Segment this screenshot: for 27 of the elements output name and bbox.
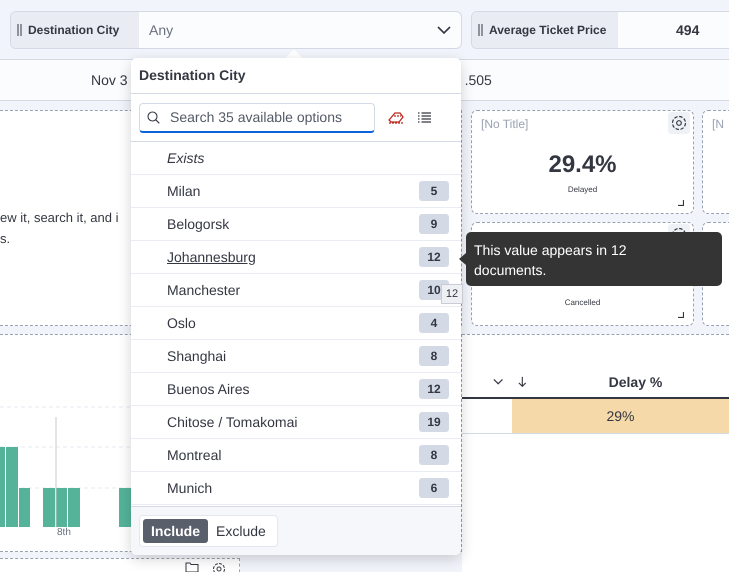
count-badge: 9 bbox=[419, 214, 449, 234]
count-badge: 8 bbox=[419, 445, 449, 465]
count-badge: 4 bbox=[419, 313, 449, 333]
count-badge: 12 bbox=[419, 379, 449, 399]
metric-value: 29.4% bbox=[548, 151, 617, 179]
count-badge: 19 bbox=[419, 412, 449, 432]
card-title: [N bbox=[712, 117, 724, 131]
time-label: Nov 3 bbox=[91, 72, 128, 88]
metric-caption: Cancelled bbox=[564, 298, 600, 307]
table-cell: 29% bbox=[512, 399, 729, 433]
filter-label: Destination City bbox=[28, 23, 120, 37]
popover-title: Destination City bbox=[131, 58, 461, 94]
filter-value: Any bbox=[149, 22, 174, 38]
tooltip: This value appears in 12 documents. bbox=[466, 232, 722, 286]
axis-label: 8th bbox=[57, 527, 71, 538]
filter-label: Average Ticket Price bbox=[489, 23, 606, 37]
count-badge: 12 bbox=[419, 247, 449, 267]
count-tooltip: 12 bbox=[441, 284, 463, 304]
panel-text: ew it, search it, and i bbox=[0, 209, 118, 227]
count-badge: 6 bbox=[419, 478, 449, 498]
panel-text: s. bbox=[0, 230, 10, 248]
filter-value: 494 bbox=[676, 22, 700, 38]
metric-caption: Delayed bbox=[568, 185, 598, 194]
count-badge: 5 bbox=[419, 181, 449, 201]
time-label: .505 bbox=[464, 72, 492, 88]
card-title: [No Title] bbox=[481, 117, 528, 131]
count-badge: 8 bbox=[419, 346, 449, 366]
